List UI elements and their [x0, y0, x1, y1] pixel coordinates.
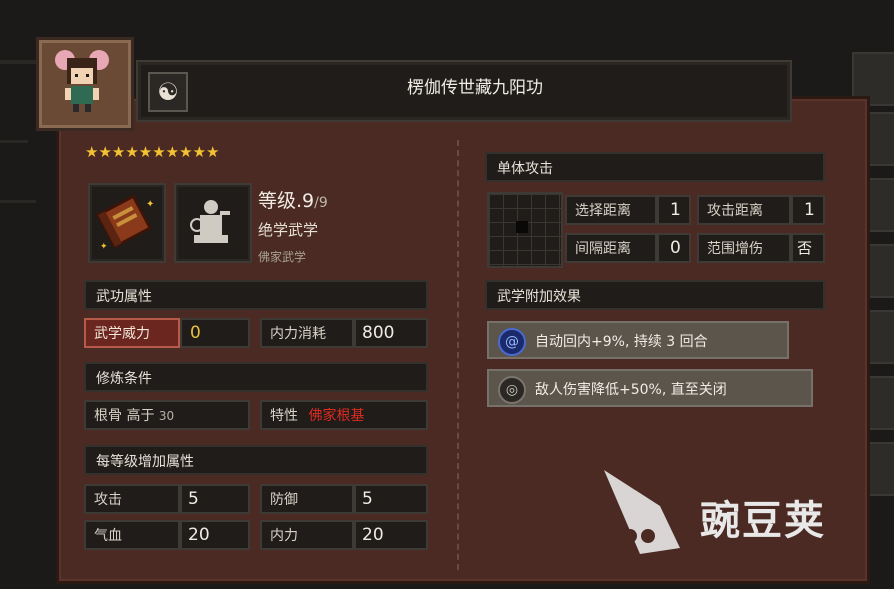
req-trait: 特性 佛家根基	[260, 400, 428, 430]
yin-yang-icon: ☯	[148, 72, 188, 112]
req-trait-label: 特性	[270, 408, 298, 424]
svg-text:✦: ✦	[100, 242, 108, 252]
defense-label: 防御	[260, 484, 354, 514]
attack-range-value: 1	[804, 200, 815, 220]
background-strip	[0, 140, 28, 143]
level-max: /9	[314, 195, 328, 211]
svg-text:✦: ✦	[146, 199, 154, 210]
section-attributes: 武功属性	[84, 280, 428, 310]
interval-range-label: 间隔距离	[565, 233, 657, 263]
effects-head: 武学附加效果	[485, 280, 825, 310]
book-icon: ✦ ✦	[95, 194, 154, 252]
skill-school: 佛家武学	[258, 250, 307, 264]
area-damage-label: 范围增伤	[697, 233, 791, 263]
req-bone-label: 根骨 高于	[94, 408, 155, 424]
skill-level: 等级.9/9	[258, 186, 328, 213]
hp-value: 20	[188, 525, 210, 545]
select-range-value: 1	[670, 200, 681, 220]
select-range-label: 选择距离	[565, 195, 657, 225]
section-per-level: 每等级增加属性	[84, 445, 428, 475]
watermark-text: 豌豆荚	[700, 498, 826, 544]
mp-cost-value: 800	[362, 323, 395, 343]
level-value: .9	[296, 190, 315, 212]
mp-value: 20	[362, 525, 384, 545]
power-value: 0	[190, 323, 201, 343]
background-strip	[0, 200, 36, 203]
swirl-icon: @	[498, 328, 526, 356]
effect-item[interactable]: 自动回内+9%, 持续 3 回合	[487, 321, 789, 359]
hp-label: 气血	[84, 520, 180, 550]
power-label: 武学威力	[84, 318, 180, 348]
mp-label: 内力	[260, 520, 354, 550]
range-grid-center	[516, 221, 528, 233]
mp-cost-label: 内力消耗	[260, 318, 354, 348]
effect-text: 敌人伤害降低+50%, 直至关闭	[535, 382, 727, 398]
character-portrait[interactable]	[36, 37, 134, 131]
character-avatar-icon	[55, 50, 109, 112]
effect-text: 自动回内+9%, 持续 3 回合	[535, 334, 708, 350]
column-divider	[457, 140, 459, 570]
section-requirements: 修炼条件	[84, 362, 428, 392]
req-bone: 根骨 高于 30	[84, 400, 250, 430]
school-emblem-slot[interactable]	[174, 183, 252, 263]
attack-range-label: 攻击距离	[697, 195, 791, 225]
req-trait-value: 佛家根基	[308, 408, 365, 424]
attack-value: 5	[188, 489, 199, 509]
area-damage-value: 否	[797, 239, 813, 257]
attack-label: 攻击	[84, 484, 180, 514]
star-rating: ★★★★★★★★★★	[85, 143, 220, 161]
interval-range-value: 0	[670, 238, 681, 258]
background-strip	[0, 60, 40, 64]
defense-value: 5	[362, 489, 373, 509]
target-icon: ◎	[498, 376, 526, 404]
skill-title: 楞伽传世藏九阳功	[407, 78, 543, 98]
skill-rank: 绝学武学	[258, 221, 319, 239]
effect-item[interactable]: 敌人伤害降低+50%, 直至关闭	[487, 369, 813, 407]
skill-book-slot[interactable]: ✦ ✦	[88, 183, 166, 263]
target-type: 单体攻击	[485, 152, 825, 182]
buddha-statue-icon	[190, 200, 230, 243]
req-bone-value: 30	[158, 409, 175, 423]
level-label: 等级	[258, 190, 297, 212]
